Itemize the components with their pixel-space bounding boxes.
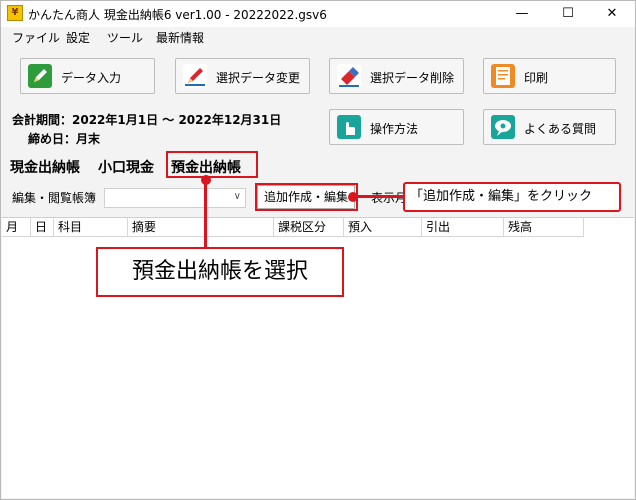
book-select-combo[interactable]: ∨ [104, 188, 246, 208]
column-header-balance[interactable]: 残高 [504, 218, 584, 237]
data-input-label: データ入力 [61, 71, 122, 85]
chevron-down-icon: ∨ [233, 191, 241, 202]
menu-settings[interactable]: 設定 [66, 29, 90, 46]
tab-petty-cash[interactable]: 小口現金 [98, 157, 154, 177]
menu-bar: ファイル 設定 ツール 最新情報 [1, 27, 635, 47]
faq-button[interactable]: よくある質問 [483, 109, 616, 145]
menu-tools[interactable]: ツール [107, 29, 143, 46]
column-header-withdrawal[interactable]: 引出 [422, 218, 504, 237]
change-selected-button[interactable]: 選択データ変更 [175, 58, 310, 94]
hand-icon [337, 115, 361, 139]
menu-file[interactable]: ファイル [12, 29, 60, 46]
how-to-use-button[interactable]: 操作方法 [329, 109, 464, 145]
annotation-leader-line [204, 182, 207, 248]
column-header-deposit[interactable]: 預入 [344, 218, 422, 237]
deposit-tab-highlight [166, 151, 258, 178]
change-selected-label: 選択データ変更 [216, 71, 301, 85]
annotation-leader-line [353, 195, 407, 198]
window-title: かんたん商人 現金出納帳6 ver1.00 - 20222022.gsv6 [28, 8, 327, 22]
tab-cash-book[interactable]: 現金出納帳 [10, 157, 80, 177]
column-header-month[interactable]: 月 [2, 218, 31, 237]
column-header-tax-category[interactable]: 課税区分 [274, 218, 344, 237]
eraser-icon [337, 64, 361, 88]
column-header-day[interactable]: 日 [31, 218, 54, 237]
callout-click-add-edit: 「追加作成・編集」をクリック [403, 182, 621, 212]
closing-day: 締め日：月末 [28, 132, 101, 146]
minimize-button[interactable]: — [499, 1, 545, 27]
printer-icon [491, 64, 515, 88]
app-window: ¥ かんたん商人 現金出納帳6 ver1.00 - 20222022.gsv6 … [0, 0, 636, 500]
menu-latest-info[interactable]: 最新情報 [156, 29, 204, 46]
maximize-button[interactable]: ☐ [545, 1, 591, 27]
delete-selected-button[interactable]: 選択データ削除 [329, 58, 464, 94]
how-to-use-label: 操作方法 [370, 122, 419, 136]
callout-select-deposit-book: 預金出納帳を選択 [96, 247, 344, 297]
add-edit-highlight [255, 183, 358, 211]
faq-label: よくある質問 [524, 122, 597, 136]
accounting-period: 会計期間：2022年1月1日 ～ 2022年12月31日 [12, 113, 282, 127]
title-bar: ¥ かんたん商人 現金出納帳6 ver1.00 - 20222022.gsv6 … [1, 1, 635, 27]
print-label: 印刷 [524, 71, 549, 85]
data-input-button[interactable]: データ入力 [20, 58, 155, 94]
pencil-icon [28, 64, 52, 88]
close-button[interactable]: ✕ [589, 1, 635, 27]
app-logo-icon: ¥ [7, 5, 23, 21]
delete-selected-label: 選択データ削除 [370, 71, 455, 85]
pencil-icon [183, 64, 207, 88]
column-header-account[interactable]: 科目 [54, 218, 128, 237]
print-button[interactable]: 印刷 [483, 58, 616, 94]
column-header-description[interactable]: 摘要 [128, 218, 274, 237]
book-select-label: 編集・閲覧帳簿 [12, 191, 97, 205]
qa-icon [491, 115, 515, 139]
